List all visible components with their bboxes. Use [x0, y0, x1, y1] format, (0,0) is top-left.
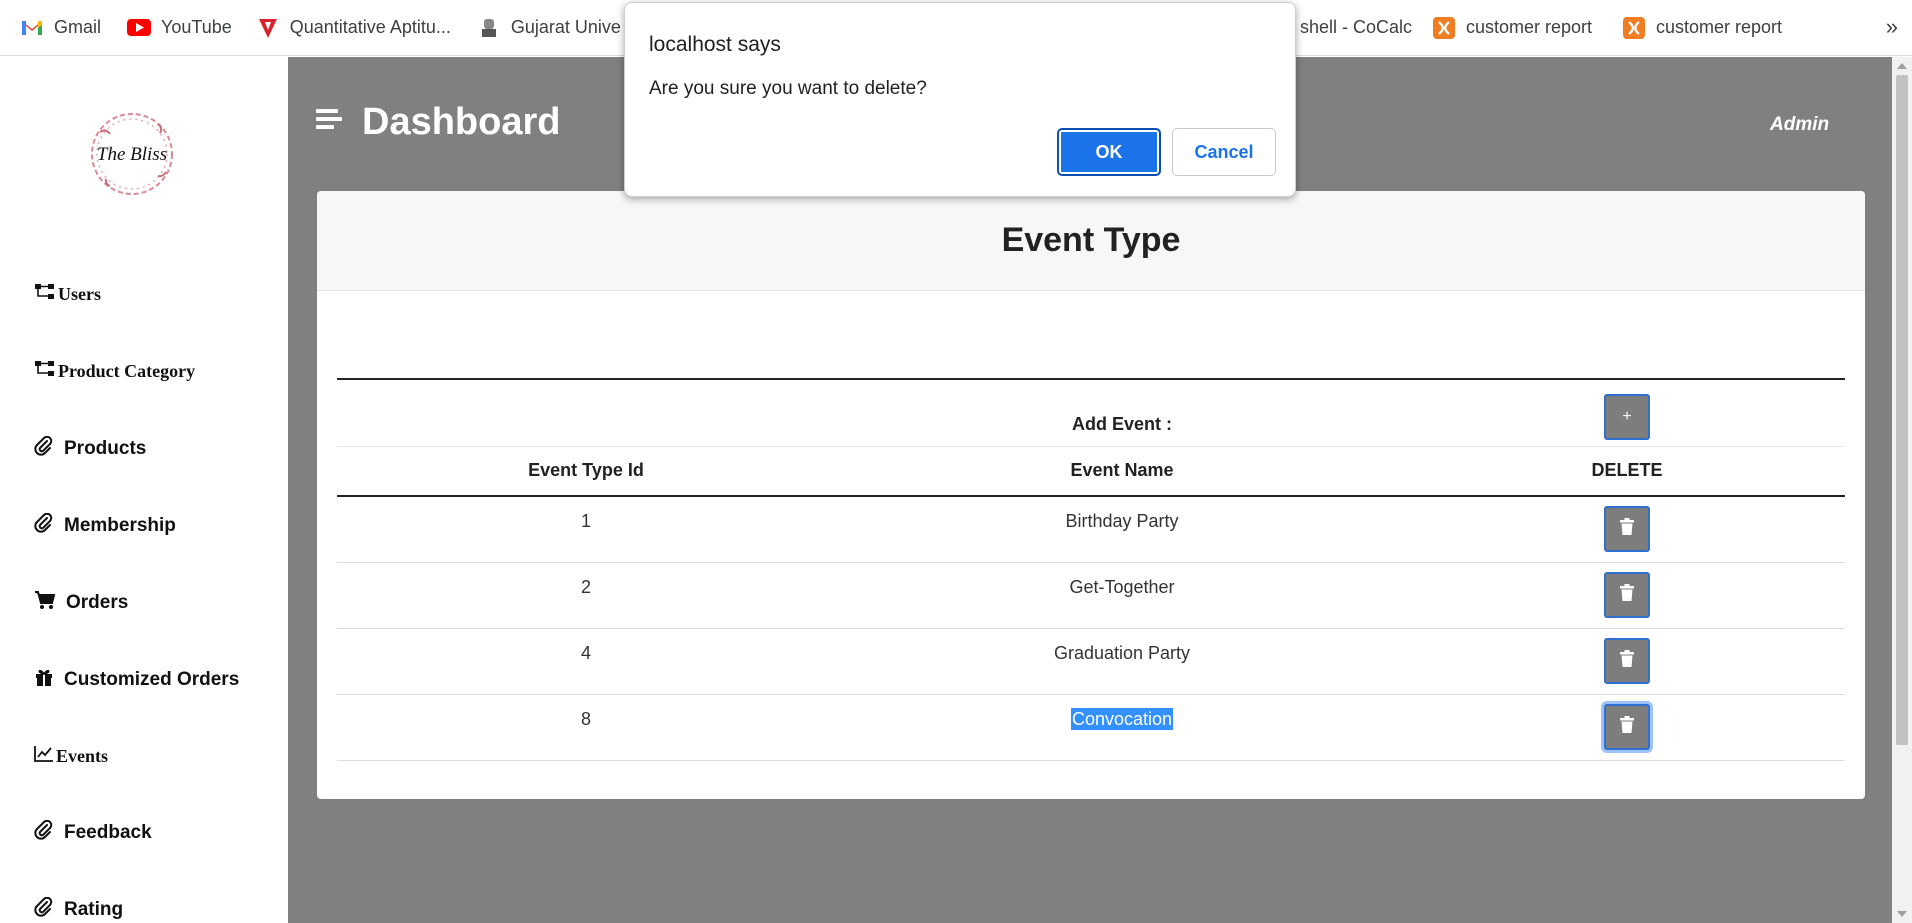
gift-icon [34, 667, 54, 693]
gmail-icon [20, 17, 44, 39]
card-title: Event Type [1001, 221, 1181, 259]
sidebar-item-label: Users [58, 284, 101, 304]
sidebar-item-label: Customized Orders [64, 669, 240, 690]
xampp-icon [1432, 16, 1456, 39]
sidebar-item-products[interactable]: Products [34, 435, 147, 462]
sidebar-item-label: Product Category [58, 361, 196, 381]
bookmark-cocalc[interactable]: shell - CoCalc [1300, 17, 1412, 38]
sitemap-icon [34, 360, 56, 383]
event-name: Get-Together [835, 562, 1409, 629]
trash-icon [1619, 517, 1635, 541]
event-id: 4 [337, 628, 835, 695]
card-header: Event Type [317, 191, 1865, 291]
sidebar: The Bliss Users Product Category Product… [0, 57, 288, 923]
delete-button[interactable] [1604, 638, 1650, 684]
column-header-id: Event Type Id [337, 445, 835, 497]
admin-user-label[interactable]: Admin [1770, 114, 1829, 136]
sidebar-item-rating[interactable]: Rating [34, 896, 124, 923]
page-title: Dashboard [362, 101, 561, 143]
add-event-row: Add Event : + [337, 379, 1845, 446]
bookmark-label: YouTube [161, 17, 232, 37]
scroll-up-arrow[interactable] [1897, 63, 1907, 69]
delete-button[interactable] [1604, 704, 1650, 750]
bookmark-label: Gujarat Unive [510, 17, 621, 37]
xampp-icon [1622, 16, 1646, 39]
bookmark-quantitative[interactable]: Quantitative Aptitu... [256, 17, 451, 39]
dialog-title: localhost says [649, 33, 781, 56]
cart-icon [34, 590, 56, 616]
bookmark-label: shell - CoCalc [1300, 17, 1413, 37]
sidebar-item-users[interactable]: Users [34, 283, 101, 306]
event-id: 2 [337, 562, 835, 629]
sidebar-item-label: Feedback [64, 822, 152, 843]
paperclip-icon [34, 819, 54, 846]
table-row: 8 Convocation [337, 694, 1845, 761]
paperclip-icon [34, 512, 54, 539]
delete-button[interactable] [1604, 572, 1650, 618]
dialog-message: Are you sure you want to delete? [649, 78, 927, 99]
bookmark-gmail[interactable]: Gmail [20, 17, 101, 39]
bookmark-label: Quantitative Aptitu... [289, 17, 451, 37]
bookmark-label: customer report [1656, 17, 1783, 37]
add-event-label: Add Event : [1071, 414, 1172, 435]
ok-button[interactable]: OK [1057, 128, 1161, 176]
sidebar-item-product-category[interactable]: Product Category [34, 360, 195, 383]
cancel-button[interactable]: Cancel [1172, 128, 1276, 176]
paperclip-icon [34, 896, 54, 923]
column-header-delete: DELETE [1409, 445, 1845, 497]
event-type-card: Event Type Add Event : + Event Type Id E… [317, 191, 1865, 799]
sidebar-item-orders[interactable]: Orders [34, 590, 128, 616]
bookmark-customer-report-1[interactable]: customer report [1432, 16, 1593, 39]
quantitative-icon [256, 17, 280, 39]
paperclip-icon [34, 435, 54, 462]
scroll-down-arrow[interactable] [1897, 911, 1907, 917]
bookmark-customer-report-2[interactable]: customer report [1622, 16, 1783, 39]
trash-icon [1619, 583, 1635, 607]
delete-button[interactable] [1604, 506, 1650, 553]
sidebar-item-label: Membership [64, 515, 176, 536]
university-icon [477, 17, 501, 39]
sitemap-icon [34, 283, 56, 306]
table-row: 4 Graduation Party [337, 628, 1845, 695]
sidebar-item-label: Events [56, 746, 109, 766]
bookmark-gujarat[interactable]: Gujarat Unive [477, 17, 621, 39]
event-id: 1 [337, 496, 835, 563]
sidebar-item-label: Products [64, 438, 147, 459]
sidebar-item-label: Rating [64, 899, 124, 920]
menu-icon[interactable] [316, 109, 342, 133]
event-name: Convocation [1070, 707, 1174, 730]
column-header-name: Event Name [835, 445, 1409, 497]
table-row: 2 Get-Together [337, 562, 1845, 629]
sidebar-item-customized-orders[interactable]: Customized Orders [34, 667, 239, 693]
scroll-thumb[interactable] [1896, 75, 1908, 745]
sidebar-item-label: Orders [66, 592, 129, 613]
page-scrollbar[interactable] [1892, 57, 1912, 923]
sidebar-item-events[interactable]: Events [34, 745, 108, 768]
trash-icon [1619, 715, 1635, 739]
event-name: Graduation Party [835, 628, 1409, 695]
event-name: Birthday Party [835, 496, 1409, 563]
add-event-button[interactable]: + [1604, 393, 1650, 440]
trash-icon [1619, 649, 1635, 673]
logo-text: The Bliss [97, 144, 167, 165]
event-type-table: Add Event : + Event Type Id Event Name D… [337, 378, 1845, 761]
bookmark-label: Gmail [54, 17, 102, 37]
sidebar-item-feedback[interactable]: Feedback [34, 819, 152, 846]
event-id: 8 [337, 694, 835, 761]
chart-line-icon [34, 745, 54, 768]
confirm-dialog: localhost says Are you sure you want to … [624, 2, 1296, 197]
sidebar-item-membership[interactable]: Membership [34, 512, 176, 539]
bookmark-youtube[interactable]: YouTube [127, 17, 232, 39]
bookmark-label: customer report [1466, 17, 1593, 37]
bookmarks-more-button[interactable]: » [1886, 14, 1898, 40]
table-row: 1 Birthday Party [337, 496, 1845, 563]
table-header-row: Event Type Id Event Name DELETE [337, 445, 1845, 497]
logo: The Bliss [80, 102, 184, 206]
youtube-icon [127, 17, 152, 39]
